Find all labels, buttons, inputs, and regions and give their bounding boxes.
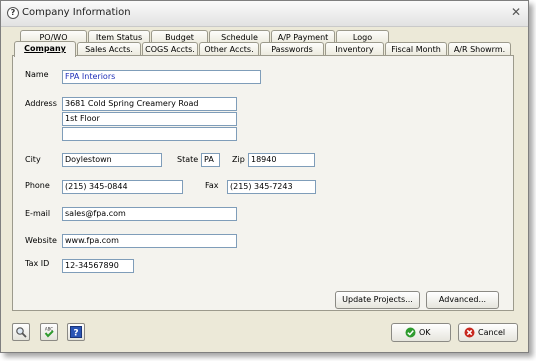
window-title: Company Information xyxy=(22,7,131,18)
email-label: E-mail xyxy=(25,209,51,218)
cancel-button[interactable]: Cancel xyxy=(458,323,518,342)
tax-id-field[interactable]: 12-34567890 xyxy=(62,259,134,273)
title-bar: ? Company Information ✕ xyxy=(1,1,528,27)
name-label: Name xyxy=(25,70,49,79)
tax-id-label: Tax ID xyxy=(25,259,50,268)
check-icon xyxy=(405,327,416,338)
svg-text:?: ? xyxy=(73,329,78,339)
tab-sales-accts[interactable]: Sales Accts. xyxy=(77,42,141,56)
help-icon: ? xyxy=(70,326,82,338)
state-label: State xyxy=(177,155,199,164)
phone-field[interactable]: (215) 345-0844 xyxy=(62,180,183,194)
spell-check-button[interactable]: ABC xyxy=(40,323,58,341)
tab-passwords[interactable]: Passwords xyxy=(260,42,324,56)
cancel-x-icon xyxy=(464,327,475,338)
website-label: Website xyxy=(25,236,57,245)
fax-field[interactable]: (215) 345-7243 xyxy=(227,180,316,194)
cancel-label: Cancel xyxy=(478,328,506,337)
tab-other-accts[interactable]: Other Accts. xyxy=(199,42,259,56)
company-information-dialog: ? Company Information ✕ PO/WO Item Statu… xyxy=(0,0,529,353)
search-button[interactable] xyxy=(12,323,30,341)
phone-label: Phone xyxy=(25,181,50,190)
close-icon[interactable]: ✕ xyxy=(511,5,521,19)
address-line2-field[interactable]: 1st Floor xyxy=(62,112,237,126)
update-projects-button[interactable]: Update Projects... xyxy=(335,291,420,309)
app-icon: ? xyxy=(7,7,19,19)
ok-button[interactable]: OK xyxy=(391,323,451,342)
address-label: Address xyxy=(25,99,57,108)
tab-fiscal-month[interactable]: Fiscal Month xyxy=(385,42,447,56)
spell-check-icon: ABC xyxy=(44,327,54,338)
tab-ar-showroom[interactable]: A/R Showrm. xyxy=(448,42,511,56)
ok-label: OK xyxy=(419,328,431,337)
tab-cogs-accts[interactable]: COGS Accts. xyxy=(142,42,198,56)
name-field[interactable]: FPA Interiors xyxy=(62,70,261,84)
advanced-button[interactable]: Advanced... xyxy=(426,291,499,309)
email-field[interactable]: sales@fpa.com xyxy=(62,207,237,221)
city-label: City xyxy=(25,155,41,164)
fax-label: Fax xyxy=(205,181,219,190)
help-button[interactable]: ? xyxy=(67,323,85,341)
tab-company[interactable]: Company xyxy=(14,41,76,57)
website-field[interactable]: www.fpa.com xyxy=(62,234,237,248)
tab-inventory[interactable]: Inventory xyxy=(325,42,384,56)
zip-field[interactable]: 18940 xyxy=(248,153,315,167)
zip-label: Zip xyxy=(232,155,245,164)
address-line3-field[interactable] xyxy=(62,127,237,141)
address-line1-field[interactable]: 3681 Cold Spring Creamery Road xyxy=(62,97,237,111)
company-tab-panel: Name FPA Interiors Address 3681 Cold Spr… xyxy=(12,55,514,311)
magnifier-icon xyxy=(16,327,27,338)
state-field[interactable]: PA xyxy=(201,153,220,167)
city-field[interactable]: Doylestown xyxy=(62,153,162,167)
